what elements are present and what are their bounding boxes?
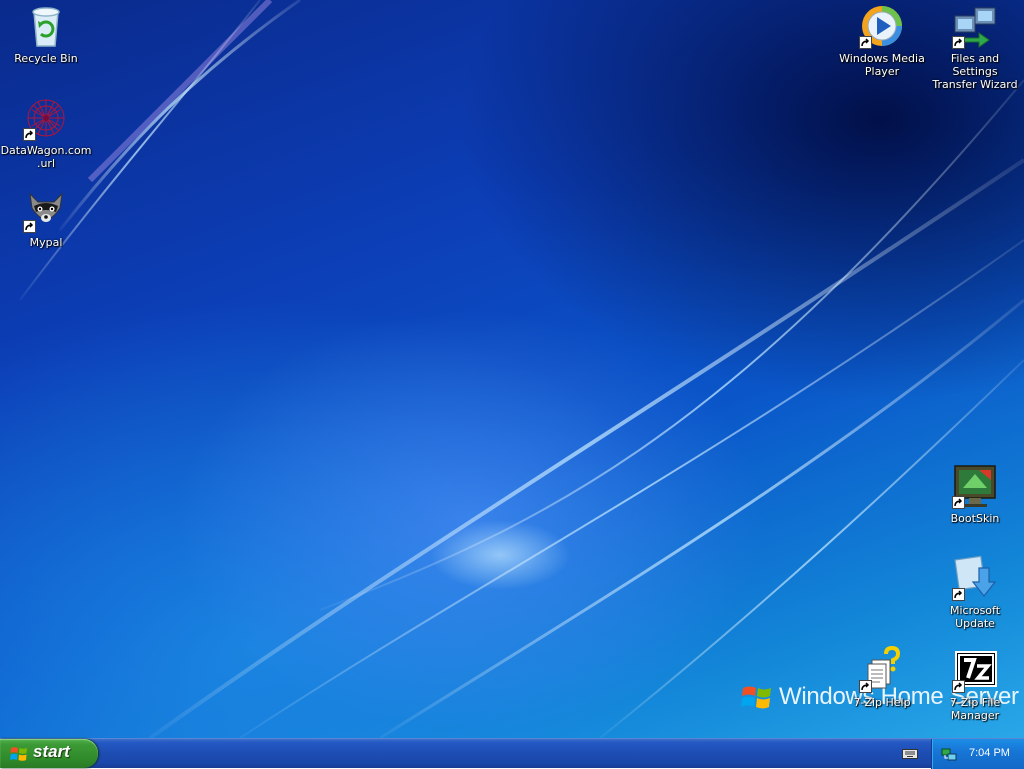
start-button-label: start	[33, 742, 70, 761]
7zip-help-shortcut[interactable]: 7-Zip Help	[836, 646, 928, 709]
shortcut-arrow-icon	[952, 496, 965, 509]
taskbar[interactable]: start 7:04 PM	[0, 738, 1024, 769]
windows-media-player-shortcut[interactable]: Windows Media Player	[836, 2, 928, 78]
microsoft-update-label: Microsoft Update	[949, 604, 1001, 630]
clock[interactable]: 7:04 PM	[969, 747, 1010, 759]
shortcut-arrow-icon	[859, 36, 872, 49]
system-tray: 7:04 PM	[931, 739, 1024, 769]
shortcut-arrow-icon	[23, 128, 36, 141]
windows-media-player-label: Windows Media Player	[839, 52, 925, 78]
7zip-file-manager-shortcut[interactable]: 7-Zip File Manager	[929, 646, 1021, 722]
bootskin-label: BootSkin	[950, 512, 1000, 525]
datawagon-url-shortcut[interactable]: DataWagon.com.url	[0, 94, 92, 170]
microsoft-update-shortcut[interactable]: Microsoft Update	[929, 554, 1021, 630]
shortcut-arrow-icon	[952, 36, 965, 49]
datawagon-url-label: DataWagon.com.url	[0, 144, 92, 170]
shortcut-arrow-icon	[23, 220, 36, 233]
desktop[interactable]: Recycle Bin DataWagon.com.url Mypal Wind…	[0, 0, 1024, 738]
bootskin-shortcut[interactable]: BootSkin	[929, 462, 1021, 525]
windows-flag-icon	[741, 686, 771, 709]
recycle-bin-shortcut[interactable]: Recycle Bin	[0, 2, 92, 65]
7zip-file-manager-label: 7-Zip File Manager	[949, 696, 1001, 722]
transfer-wizard-shortcut[interactable]: Files and Settings Transfer Wizard	[929, 2, 1021, 91]
recycle-bin-label: Recycle Bin	[14, 52, 78, 65]
shortcut-arrow-icon	[859, 680, 872, 693]
transfer-wizard-label: Files and Settings Transfer Wizard	[932, 52, 1018, 91]
keyboard-language-icon[interactable]	[902, 747, 918, 760]
shortcut-arrow-icon	[952, 588, 965, 601]
recycle-bin-icon	[32, 7, 60, 47]
wallpaper-light-streaks	[19, 0, 1024, 738]
7zip-help-label: 7-Zip Help	[853, 696, 911, 709]
network-icon[interactable]	[941, 746, 957, 762]
windows-logo-icon	[10, 747, 27, 761]
start-button[interactable]: start	[0, 739, 98, 768]
shortcut-arrow-icon	[952, 680, 965, 693]
mypal-shortcut[interactable]: Mypal	[0, 186, 92, 249]
mypal-label: Mypal	[29, 236, 63, 249]
